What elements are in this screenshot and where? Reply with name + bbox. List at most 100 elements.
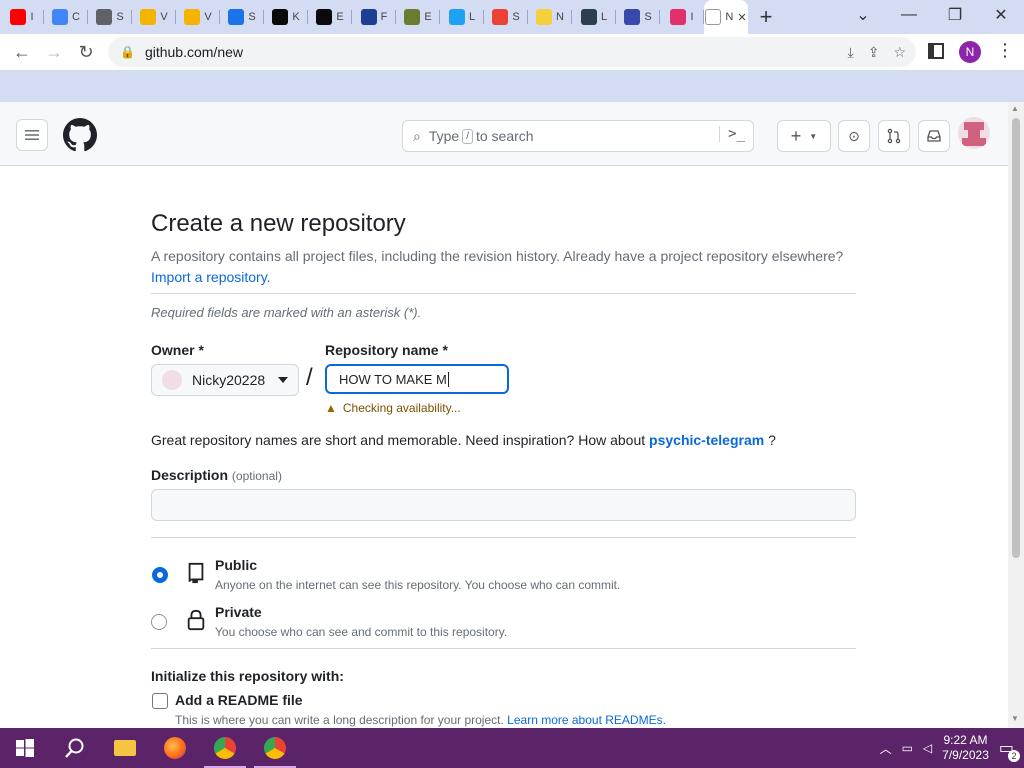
browser-tab[interactable]: S	[616, 0, 660, 34]
suggestion-end: ?	[768, 432, 776, 448]
browser-tab[interactable]: E	[396, 0, 440, 34]
start-button[interactable]	[0, 728, 50, 768]
clock[interactable]: 9:22 AM 7/9/2023	[942, 733, 989, 763]
user-avatar[interactable]	[958, 117, 990, 149]
bookmark-bar	[0, 70, 1024, 102]
github-logo-icon[interactable]	[63, 118, 97, 152]
public-radio[interactable]	[152, 567, 168, 583]
pull-request-icon	[887, 128, 901, 144]
readme-label[interactable]: Add a README file	[175, 692, 303, 708]
import-repository-link[interactable]: Import a repository.	[151, 269, 271, 285]
back-button[interactable]: ←	[6, 36, 38, 68]
browser-tab[interactable]: S	[220, 0, 264, 34]
owner-value: Nicky20228	[192, 372, 266, 388]
description-input[interactable]	[151, 489, 856, 521]
browser-tab[interactable]: V	[176, 0, 220, 34]
firefox-icon	[164, 737, 186, 759]
close-tab-icon[interactable]: ✕	[737, 11, 746, 24]
game-icon	[316, 9, 333, 25]
scroll-down-icon[interactable]: ▼	[1011, 714, 1019, 723]
command-palette-icon[interactable]: >_	[719, 126, 745, 142]
search-taskbar-button[interactable]	[50, 728, 100, 768]
initialize-title: Initialize this repository with:	[151, 668, 344, 684]
tab-label: N	[556, 11, 564, 23]
install-icon[interactable]: ⤓	[848, 44, 854, 61]
sidebar-icon[interactable]	[928, 43, 944, 59]
browser-tab[interactable]: F	[352, 0, 396, 34]
hamburger-menu-button[interactable]	[16, 119, 48, 151]
browser-tab[interactable]: C	[44, 0, 88, 34]
lock-icon: 🔒	[120, 45, 135, 59]
availability-text: Checking availability...	[342, 401, 461, 415]
chrome-button[interactable]	[200, 728, 250, 768]
url-field[interactable]: 🔒 github.com/new ⤓ ⇪ ☆	[108, 37, 916, 67]
browser-tab[interactable]: S	[88, 0, 132, 34]
instagram-icon	[670, 9, 687, 25]
browser-tab[interactable]: S	[484, 0, 528, 34]
owner-select[interactable]: Nicky20228	[151, 364, 299, 396]
scroll-up-icon[interactable]: ▲	[1011, 104, 1019, 113]
scrollbar-thumb[interactable]	[1012, 118, 1020, 558]
profile-avatar[interactable]: N	[959, 41, 981, 63]
page-scrollbar[interactable]: ▲ ▼	[1008, 102, 1024, 728]
readme-checkbox[interactable]	[152, 693, 168, 709]
browser-tab[interactable]: L	[440, 0, 484, 34]
browser-tab[interactable]: V	[132, 0, 176, 34]
owner-repo-separator: /	[306, 364, 313, 391]
restore-button[interactable]: ❐	[932, 0, 978, 30]
description-label-text: Description	[151, 467, 229, 483]
text-cursor	[447, 371, 449, 387]
search-input[interactable]: ⌕ Type / to search >_	[402, 120, 754, 152]
readme-learn-more-link[interactable]: Learn more about READMEs.	[507, 713, 666, 727]
bookmark-star-icon[interactable]: ☆	[893, 44, 906, 61]
menu-kebab-icon[interactable]: ⋮	[996, 40, 1014, 61]
browser-tab[interactable]: N	[528, 0, 572, 34]
readme-description: This is where you can write a long descr…	[175, 713, 666, 727]
github-icon	[705, 9, 722, 25]
lock-icon	[187, 609, 205, 631]
twitter-icon	[448, 9, 465, 25]
notification-icon[interactable]: ▭ 2	[999, 738, 1020, 762]
network-icon[interactable]: ▭	[902, 741, 913, 755]
issues-button[interactable]: ⊙	[838, 120, 870, 152]
youtube-icon	[10, 9, 27, 25]
clock-time: 9:22 AM	[943, 733, 988, 747]
firefox-button[interactable]	[150, 728, 200, 768]
pull-requests-button[interactable]	[878, 120, 910, 152]
file-explorer-button[interactable]	[100, 728, 150, 768]
notification-count: 2	[1008, 750, 1020, 762]
inbox-button[interactable]	[918, 120, 950, 152]
browser-tab[interactable]: L	[572, 0, 616, 34]
reload-button[interactable]: ↻	[70, 36, 102, 68]
chevron-up-icon[interactable]: ︿	[880, 740, 892, 757]
browser-tab[interactable]: I	[660, 0, 704, 34]
availability-status: ▲ Checking availability...	[325, 401, 461, 415]
browser-tab[interactable]: E	[308, 0, 352, 34]
volume-icon[interactable]: ◁	[923, 741, 932, 755]
browser-tab[interactable]: I	[0, 0, 44, 34]
minimize-button[interactable]: —	[886, 0, 932, 30]
repo-name-input[interactable]: HOW TO MAKE M	[325, 364, 509, 394]
tab-search-icon[interactable]: ⌄	[840, 0, 886, 30]
private-radio[interactable]	[151, 614, 167, 630]
tab-label: L	[600, 11, 608, 23]
chrome-profile-button[interactable]	[250, 728, 300, 768]
bulb-icon	[536, 9, 553, 25]
new-tab-button[interactable]: +	[748, 0, 784, 34]
browser-tab[interactable]: K	[264, 0, 308, 34]
share-icon[interactable]: ⇪	[868, 44, 880, 61]
browser-tab[interactable]: N ✕	[704, 0, 748, 34]
search-icon	[65, 738, 84, 758]
tab-label: V	[204, 11, 212, 23]
suggestion-text: Great repository names are short and mem…	[151, 432, 646, 448]
close-window-button[interactable]: ✕	[978, 0, 1024, 30]
tab-label: K	[292, 11, 300, 23]
github-header: ⌕ Type / to search >_ + ▼ ⊙	[0, 102, 1008, 166]
subtitle-text: A repository contains all project files,…	[151, 248, 844, 264]
suggested-name-button[interactable]: psychic-telegram	[649, 432, 764, 448]
tab-label: E	[424, 11, 432, 23]
page-subtitle: A repository contains all project files,…	[151, 246, 856, 288]
folder-icon	[184, 9, 201, 25]
forward-button[interactable]: →	[38, 36, 70, 68]
create-new-dropdown[interactable]: + ▼	[777, 120, 831, 152]
